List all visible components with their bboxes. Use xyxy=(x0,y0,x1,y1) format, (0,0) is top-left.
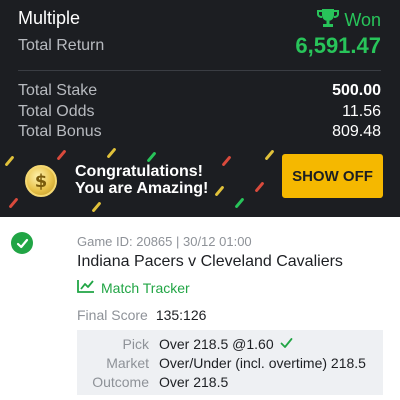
congratulations-line-2: You are Amazing! xyxy=(75,180,209,197)
pick-row: Pick Over 218.5 @1.60 xyxy=(77,336,383,354)
confetti-streak xyxy=(8,197,19,209)
total-stake-value: 500.00 xyxy=(332,82,381,99)
confetti-streak xyxy=(106,147,117,159)
congratulations-line-1: Congratulations! xyxy=(75,163,203,180)
market-row: Market Over/Under (incl. overtime) 218.5 xyxy=(77,355,383,373)
divider xyxy=(18,70,381,71)
confetti-streak xyxy=(264,149,275,161)
total-return-value: 6,591.47 xyxy=(295,33,381,58)
dollar-coin-icon: $ xyxy=(25,165,57,197)
market-label: Market xyxy=(106,355,149,371)
game-info: Game ID: 20865 | 30/12 01:00 xyxy=(77,234,252,249)
confetti-streak xyxy=(254,181,265,193)
market-value: Over/Under (incl. overtime) 218.5 xyxy=(159,355,366,371)
confetti-streak xyxy=(4,155,15,167)
total-bonus-value: 809.48 xyxy=(332,123,381,140)
total-stake-row: Total Stake 500.00 xyxy=(18,82,381,102)
final-score: Final Score 135:126 xyxy=(77,307,206,323)
pick-label: Pick xyxy=(122,336,149,352)
total-bonus-row: Total Bonus 809.48 xyxy=(18,123,381,143)
check-icon xyxy=(280,336,293,352)
bet-status-label: Won xyxy=(344,10,381,30)
total-odds-label: Total Odds xyxy=(18,103,95,120)
match-tracker-label: Match Tracker xyxy=(101,279,190,296)
final-score-value: 135:126 xyxy=(155,307,207,323)
outcome-value: Over 218.5 xyxy=(159,374,229,390)
line-chart-icon xyxy=(77,279,95,296)
final-score-label: Final Score xyxy=(77,307,148,323)
show-off-button[interactable]: SHOW OFF xyxy=(282,154,383,198)
selection-detail: Game ID: 20865 | 30/12 01:00 Indiana Pac… xyxy=(0,217,400,400)
pick-details-box: Pick Over 218.5 @1.60 Market Over/Under … xyxy=(77,330,383,395)
congratulations-text: Congratulations! You are Amazing! xyxy=(75,163,208,197)
bet-type-title: Multiple xyxy=(18,8,81,28)
bet-status: Won xyxy=(317,8,381,33)
confetti-streak xyxy=(221,155,232,167)
total-stake-label: Total Stake xyxy=(18,82,98,99)
total-odds-row: Total Odds 11.56 xyxy=(18,103,381,123)
pick-value: Over 218.5 @1.60 xyxy=(159,336,274,352)
confetti-streak xyxy=(146,151,157,163)
total-bonus-label: Total Bonus xyxy=(18,123,102,140)
confetti-streak xyxy=(234,197,245,209)
checkmark-circle-icon xyxy=(11,232,33,254)
trophy-icon xyxy=(317,8,340,33)
confetti-streak xyxy=(56,149,67,161)
outcome-row: Outcome Over 218.5 xyxy=(77,374,383,392)
confetti-streak xyxy=(91,201,102,213)
total-return-label: Total Return xyxy=(18,37,105,54)
confetti-streak xyxy=(214,185,225,197)
total-odds-value: 11.56 xyxy=(342,103,381,120)
match-tracker-link[interactable]: Match Tracker xyxy=(77,279,190,296)
outcome-label: Outcome xyxy=(92,374,149,390)
pick-value-wrap: Over 218.5 @1.60 xyxy=(159,336,293,352)
matchup-title: Indiana Pacers v Cleveland Cavaliers xyxy=(77,253,343,270)
